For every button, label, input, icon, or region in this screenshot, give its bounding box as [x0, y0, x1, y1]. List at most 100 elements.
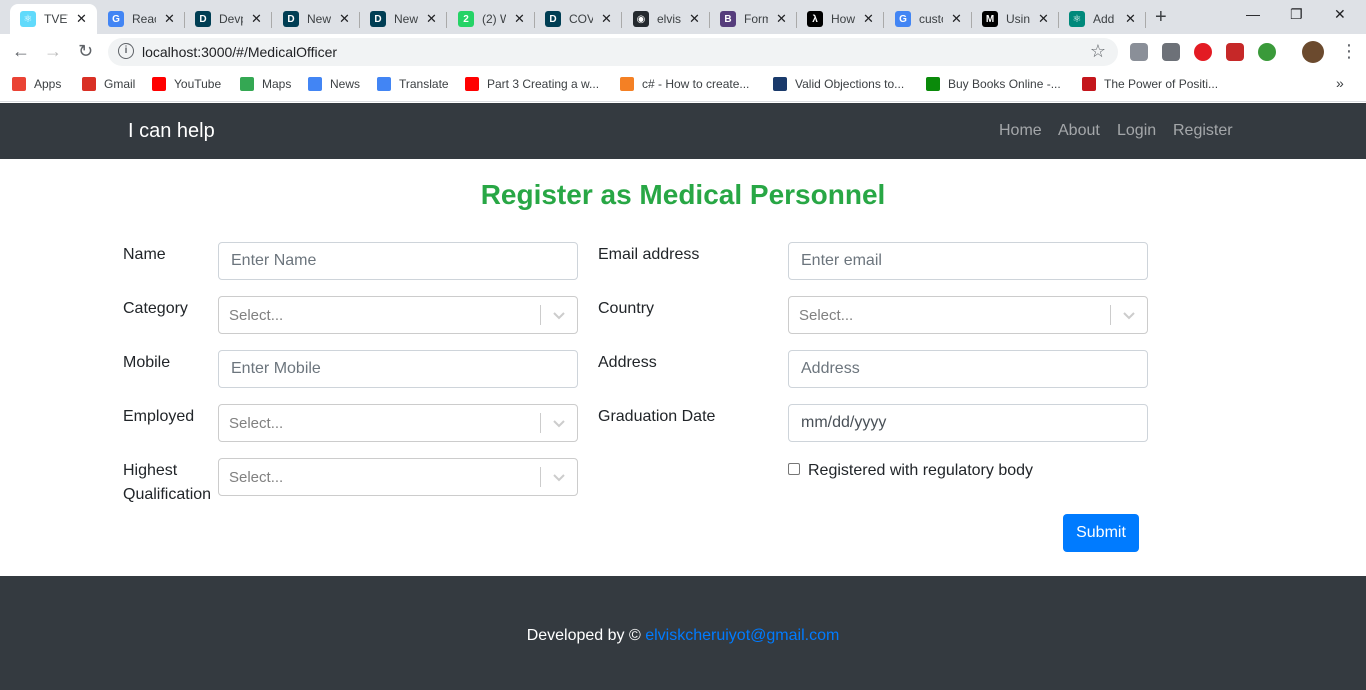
- name-input[interactable]: Enter Name: [218, 242, 578, 280]
- browser-tab[interactable]: Gcustom ✕: [885, 4, 972, 34]
- bookmark-item[interactable]: Apps: [12, 77, 61, 91]
- bookmark-label: Valid Objections to...: [795, 77, 905, 91]
- minimize-button[interactable]: —: [1246, 6, 1260, 22]
- tab-close-icon[interactable]: ✕: [76, 11, 87, 27]
- back-icon[interactable]: ←: [12, 41, 30, 62]
- tab-close-icon[interactable]: ✕: [426, 11, 437, 27]
- chevron-down-icon[interactable]: [1122, 308, 1136, 322]
- bookmark-item[interactable]: The Power of Positi...: [1082, 77, 1218, 91]
- bookmark-item[interactable]: Part 3 Creating a w...: [465, 77, 599, 91]
- tab-favicon-icon: D: [545, 11, 561, 27]
- tab-favicon-icon: ◉: [633, 11, 649, 27]
- tab-favicon-icon: λ: [807, 11, 823, 27]
- menu-icon[interactable]: ⋮: [1340, 41, 1358, 62]
- bookmark-item[interactable]: Buy Books Online -...: [926, 77, 1061, 91]
- bookmark-label: The Power of Positi...: [1104, 77, 1219, 91]
- select-divider: [540, 467, 541, 487]
- browser-tab[interactable]: D New ✕: [360, 4, 447, 34]
- tab-close-icon[interactable]: ✕: [339, 11, 350, 27]
- mobile-input[interactable]: Enter Mobile: [218, 350, 578, 388]
- tab-close-icon[interactable]: ✕: [1125, 11, 1136, 27]
- tab-close-icon[interactable]: ✕: [689, 11, 700, 27]
- browser-tab[interactable]: ◉ elvis ✕: [623, 4, 710, 34]
- tab-close-icon[interactable]: ✕: [164, 11, 175, 27]
- category-select[interactable]: Select...: [218, 296, 578, 334]
- nav-link-login[interactable]: Login: [1117, 122, 1156, 140]
- country-select[interactable]: Select...: [788, 296, 1148, 334]
- shield-extension-icon[interactable]: [1130, 43, 1148, 61]
- tab-title: custom: [919, 12, 943, 26]
- bookmark-favicon-icon: [308, 77, 322, 91]
- tab-close-icon[interactable]: ✕: [1038, 11, 1049, 27]
- bookmark-item[interactable]: Valid Objections to...: [773, 77, 904, 91]
- bookmark-item[interactable]: YouTube: [152, 77, 221, 91]
- registered-checkbox[interactable]: [788, 463, 800, 475]
- bookmark-favicon-icon: [240, 77, 254, 91]
- picture-extension-icon[interactable]: [1226, 43, 1244, 61]
- bookmark-label: Gmail: [104, 77, 136, 91]
- browser-tab[interactable]: D COVID ✕: [535, 4, 622, 34]
- bookmark-item[interactable]: Maps: [240, 77, 291, 91]
- nav-link-home[interactable]: Home: [999, 122, 1042, 140]
- forward-icon[interactable]: →: [44, 41, 62, 62]
- submit-button[interactable]: Submit: [1063, 514, 1139, 552]
- address-input[interactable]: Address: [788, 350, 1148, 388]
- browser-tab[interactable]: D New ✕: [273, 4, 360, 34]
- opera-extension-icon[interactable]: [1194, 43, 1212, 61]
- chevron-down-icon[interactable]: [552, 308, 566, 322]
- email-input[interactable]: Enter email: [788, 242, 1148, 280]
- close-window-button[interactable]: ✕: [1334, 6, 1346, 23]
- browser-tab-strip: + — ❐ ✕ ⚛ TVET ✕ G React ✕ D Devpost ✕ D New ✕ D New ✕…: [0, 0, 1366, 34]
- browser-tab[interactable]: M Using ✕: [972, 4, 1059, 34]
- bookmark-item[interactable]: News: [308, 77, 360, 91]
- category-select-value: Select...: [229, 307, 284, 324]
- address-bar[interactable]: i localhost:3000/#/MedicalOfficer ☆: [108, 38, 1118, 66]
- employed-select[interactable]: Select...: [218, 404, 578, 442]
- tab-close-icon[interactable]: ✕: [514, 11, 525, 27]
- new-tab-button[interactable]: +: [1155, 6, 1167, 29]
- chevron-down-icon[interactable]: [552, 470, 566, 484]
- tab-close-icon[interactable]: ✕: [251, 11, 262, 27]
- avatar[interactable]: [1302, 41, 1324, 63]
- bag-extension-icon[interactable]: [1162, 43, 1180, 61]
- tab-close-icon[interactable]: ✕: [951, 11, 962, 27]
- restore-button[interactable]: ❐: [1290, 6, 1303, 23]
- bookmark-star-icon[interactable]: ☆: [1090, 41, 1106, 62]
- tab-title: Devpost: [219, 12, 243, 26]
- reload-icon[interactable]: ↻: [78, 41, 93, 62]
- nav-link-register[interactable]: Register: [1173, 122, 1233, 140]
- navbar-brand[interactable]: I can help: [128, 120, 215, 143]
- qualification-label-line1: Highest: [123, 462, 178, 479]
- bookmark-item[interactable]: Translate: [377, 77, 449, 91]
- bookmark-item[interactable]: c# - How to create...: [620, 77, 749, 91]
- info-icon[interactable]: i: [118, 43, 134, 59]
- qualification-select[interactable]: Select...: [218, 458, 578, 496]
- tab-title: React: [132, 12, 156, 26]
- select-divider: [540, 413, 541, 433]
- registered-label[interactable]: Registered with regulatory body: [808, 459, 1033, 483]
- mobile-label: Mobile: [123, 354, 171, 371]
- graduation-date-input[interactable]: mm/dd/yyyy: [788, 404, 1148, 442]
- browser-tab[interactable]: D Devpost ✕: [185, 4, 272, 34]
- bookmark-item[interactable]: Gmail: [82, 77, 135, 91]
- tab-close-icon[interactable]: ✕: [863, 11, 874, 27]
- url-text[interactable]: localhost:3000/#/MedicalOfficer: [142, 44, 337, 60]
- browser-tab[interactable]: 2 (2) WhatsApp ✕: [448, 4, 535, 34]
- browser-tab[interactable]: B Forms ✕: [710, 4, 797, 34]
- footer-email-link[interactable]: elviskcheruiyot@gmail.com: [645, 627, 839, 644]
- chevron-down-icon[interactable]: [552, 416, 566, 430]
- tab-close-icon[interactable]: ✕: [601, 11, 612, 27]
- recycle-extension-icon[interactable]: [1258, 43, 1276, 61]
- browser-tab[interactable]: ⚛ TVET ✕: [10, 4, 97, 34]
- browser-tab[interactable]: ⚛ Add ✕: [1059, 4, 1146, 34]
- browser-tab[interactable]: G React ✕: [98, 4, 185, 34]
- bookmark-label: Part 3 Creating a w...: [487, 77, 600, 91]
- tab-favicon-icon: D: [195, 11, 211, 27]
- tab-title: (2) WhatsApp: [482, 12, 506, 26]
- employed-label: Employed: [123, 408, 195, 425]
- nav-link-about[interactable]: About: [1058, 122, 1100, 140]
- browser-tab[interactable]: λ How ✕: [797, 4, 884, 34]
- bookmark-favicon-icon: [152, 77, 166, 91]
- more-bookmarks-icon[interactable]: »: [1336, 75, 1344, 91]
- tab-close-icon[interactable]: ✕: [776, 11, 787, 27]
